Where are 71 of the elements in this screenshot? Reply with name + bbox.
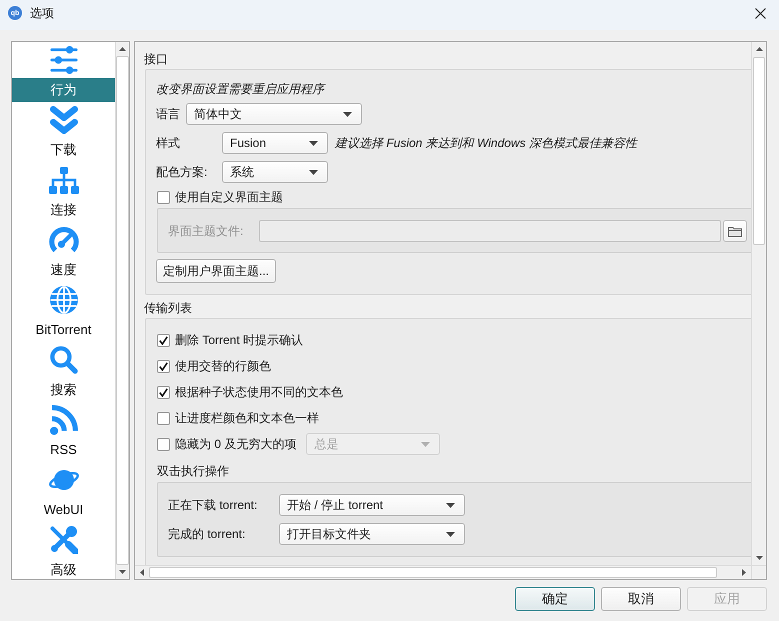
caret-icon <box>309 140 318 146</box>
caret-icon <box>343 112 352 116</box>
language-label: 语言 <box>156 106 180 122</box>
checkbox-label[interactable]: 隐藏为 0 及无穷大的项 <box>175 436 296 452</box>
checkbox-label[interactable]: 根据种子状态使用不同的文本色 <box>175 384 343 400</box>
caret-icon <box>421 442 430 446</box>
checkbox-label[interactable]: 使用自定义界面主题 <box>175 189 283 205</box>
checkbox[interactable] <box>157 438 170 450</box>
action-dropdown[interactable]: 开始 / 停止 torrent <box>279 494 465 516</box>
checkbox-label[interactable]: 使用交替的行颜色 <box>175 358 271 374</box>
style-dropdown[interactable]: Fusion <box>222 132 328 154</box>
customize-theme-button[interactable]: 定制用户界面主题... <box>156 259 276 283</box>
double-chevron-icon <box>50 106 78 134</box>
style-hint: 建议选择 Fusion 来达到和 Windows 深色模式最佳兼容性 <box>335 135 637 151</box>
folder-icon <box>728 226 742 236</box>
close-button[interactable] <box>755 8 766 18</box>
sidebar-item[interactable]: 行为 <box>12 78 115 102</box>
section-heading: 传输列表 <box>144 300 193 316</box>
window-title: 选项 <box>30 5 54 21</box>
checkbox[interactable] <box>157 412 170 424</box>
down-arrow-icon <box>756 556 762 560</box>
style-label: 样式 <box>156 135 181 151</box>
sidebar-item[interactable]: 搜索 <box>12 378 115 402</box>
action-label: 正在下载 torrent: <box>168 497 258 513</box>
rss-icon <box>50 405 78 435</box>
tools-icon <box>50 526 78 554</box>
gauge-icon <box>48 227 78 253</box>
subsection-heading: 双击执行操作 <box>157 463 230 479</box>
color-scheme-label: 配色方案: <box>156 164 208 180</box>
up-arrow-icon <box>119 47 126 51</box>
ok-button[interactable]: 确定 <box>515 587 595 611</box>
caret-icon <box>446 532 455 536</box>
up-arrow-icon <box>756 47 762 51</box>
checkbox[interactable] <box>157 386 170 398</box>
sidebar-item[interactable]: BitTorrent <box>12 318 115 342</box>
language-dropdown[interactable]: 简体中文 <box>186 103 362 125</box>
scrollbar-thumb[interactable] <box>149 567 717 578</box>
cancel-button[interactable]: 取消 <box>601 587 681 611</box>
left-arrow-icon <box>140 569 144 576</box>
checkbox[interactable] <box>157 360 170 372</box>
restart-note: 改变界面设置需要重启应用程序 <box>156 81 327 97</box>
planet-icon <box>48 470 78 490</box>
network-icon <box>48 166 78 194</box>
check-icon <box>159 362 168 370</box>
checkbox-label[interactable]: 让进度栏颜色和文本色一样 <box>175 410 319 426</box>
action-label: 完成的 torrent: <box>168 526 246 542</box>
check-icon <box>159 388 168 396</box>
checkbox[interactable] <box>157 334 170 346</box>
caret-icon <box>446 502 455 508</box>
down-arrow-icon <box>119 570 126 574</box>
checkbox-label[interactable]: 删除 Torrent 时提示确认 <box>175 332 304 348</box>
section-heading: 接口 <box>144 51 169 67</box>
close-icon <box>755 8 766 18</box>
checkbox[interactable] <box>157 190 170 204</box>
globe-icon <box>50 286 78 314</box>
browse-button[interactable] <box>723 220 747 242</box>
right-arrow-icon <box>742 569 746 576</box>
sidebar-item[interactable]: 高级 <box>12 558 115 579</box>
sidebar-item[interactable]: 连接 <box>12 198 115 222</box>
action-dropdown[interactable]: 打开目标文件夹 <box>279 523 465 545</box>
sliders-icon <box>50 46 78 74</box>
caret-icon <box>309 170 318 174</box>
scrollbar-thumb[interactable] <box>753 57 765 245</box>
theme-file-label: 界面主题文件: <box>168 223 244 239</box>
color-scheme-dropdown[interactable]: 系统 <box>222 161 328 183</box>
sidebar-item[interactable]: 速度 <box>12 258 115 282</box>
sidebar-item[interactable]: WebUI <box>12 498 115 522</box>
check-icon <box>159 336 168 344</box>
sidebar-item[interactable]: 下载 <box>12 138 115 162</box>
search-icon <box>50 346 78 374</box>
sidebar-item[interactable]: RSS <box>12 438 115 462</box>
